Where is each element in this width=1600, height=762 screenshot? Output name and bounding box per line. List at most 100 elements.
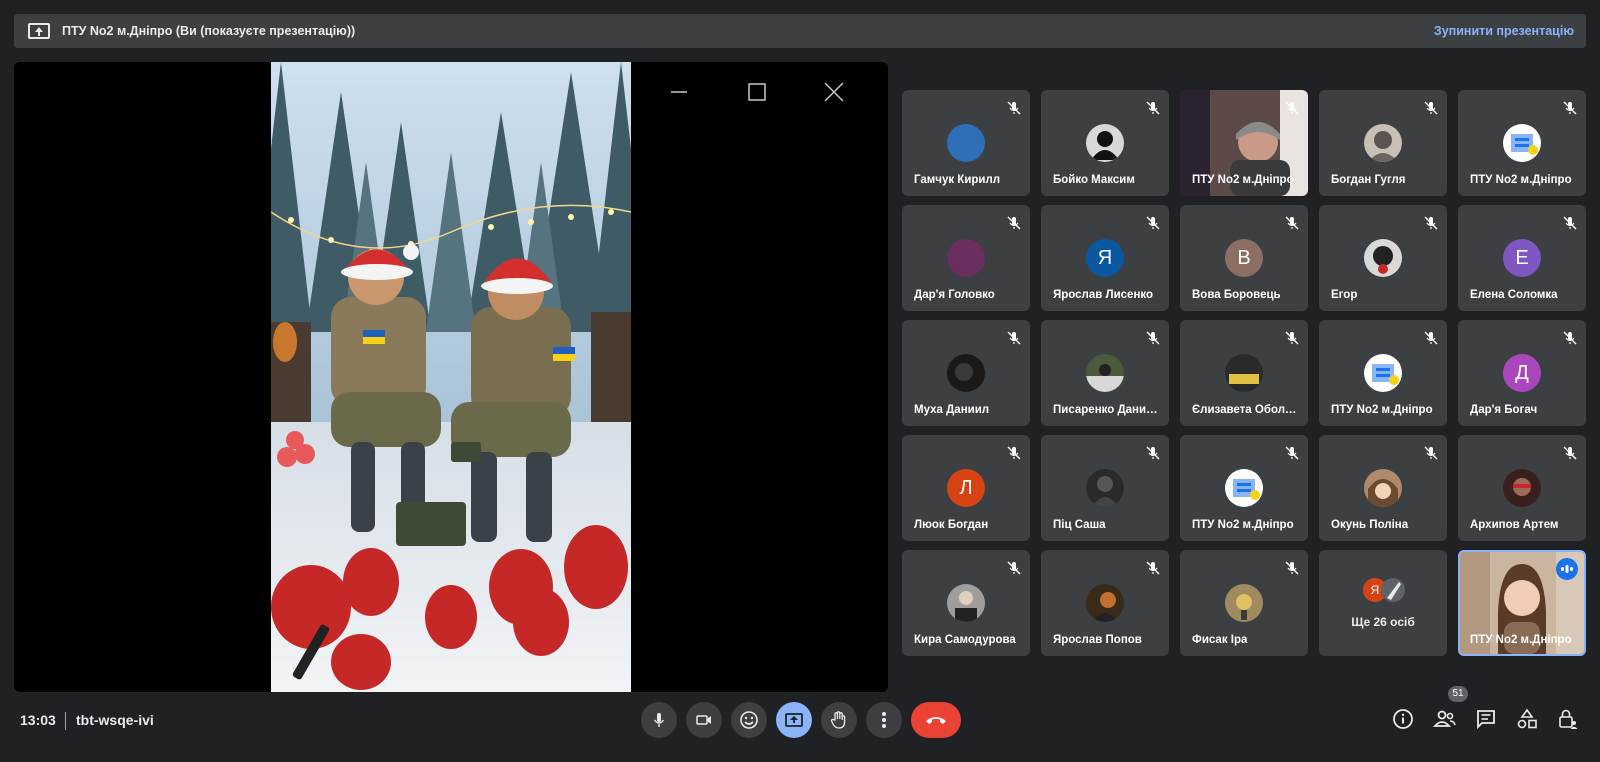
mic-off-icon — [1424, 331, 1438, 345]
mic-off-icon — [1563, 446, 1577, 460]
participant-tile[interactable]: Архипов Артем — [1458, 435, 1586, 541]
participant-tile[interactable]: В Вова Боровець — [1180, 205, 1308, 311]
school-logo-icon — [1503, 124, 1541, 162]
meeting-time: 13:03 — [20, 712, 56, 728]
mic-off-icon — [1146, 561, 1160, 575]
participant-tile[interactable]: Окунь Поліна — [1319, 435, 1447, 541]
people-icon — [1433, 710, 1456, 727]
participant-tile[interactable]: Муха Даниил — [902, 320, 1030, 426]
participant-tile[interactable]: Кира Самодурова — [902, 550, 1030, 656]
maximize-icon[interactable] — [743, 78, 771, 106]
participant-name: Кира Самодурова — [914, 634, 1016, 646]
participant-tile[interactable]: Богдан Гугля — [1319, 90, 1447, 196]
participant-tile[interactable]: Дар'я Головко — [902, 205, 1030, 311]
participant-tile[interactable]: Егор — [1319, 205, 1447, 311]
microphone-button[interactable] — [641, 702, 677, 738]
participant-name: ПТУ No2 м.Дніпро — [1331, 404, 1433, 416]
activities-button[interactable] — [1514, 706, 1540, 732]
participant-tile[interactable]: Д Дар'я Богач — [1458, 320, 1586, 426]
participant-tile[interactable]: Піц Саша — [1041, 435, 1169, 541]
avatar — [1381, 578, 1405, 602]
participant-tile[interactable]: ПТУ No2 м.Дніпро — [1458, 90, 1586, 196]
divider — [65, 712, 66, 730]
avatar — [1086, 469, 1124, 507]
mic-off-icon — [1285, 446, 1299, 460]
bottom-toolbar: 13:03 tbt-wsqe-ivi 51 — [0, 686, 1600, 762]
mic-off-icon — [1285, 561, 1299, 575]
avatar — [1086, 354, 1124, 392]
close-icon[interactable] — [820, 78, 848, 106]
more-options-button[interactable] — [866, 702, 902, 738]
mic-off-icon — [1007, 101, 1021, 115]
participant-name: Гамчук Кирилл — [914, 174, 1001, 186]
video-camera-icon — [696, 715, 711, 725]
mic-off-icon — [1007, 216, 1021, 230]
microphone-icon — [653, 713, 665, 727]
participant-name: ПТУ No2 м.Дніпро — [1470, 174, 1572, 186]
reactions-button[interactable] — [731, 702, 767, 738]
more-participants-tile[interactable]: Я Ще 26 осіб — [1319, 550, 1447, 656]
mic-off-icon — [1285, 216, 1299, 230]
participant-tile[interactable]: Бойко Максим — [1041, 90, 1169, 196]
mic-off-icon — [1285, 101, 1299, 115]
mic-off-icon — [1007, 446, 1021, 460]
people-button[interactable] — [1432, 706, 1458, 732]
avatar — [947, 354, 985, 392]
avatar — [1364, 469, 1402, 507]
participant-name: Муха Даниил — [914, 404, 990, 416]
participant-tile[interactable]: ПТУ No2 м.Дніпро — [1180, 435, 1308, 541]
participant-name: ПТУ No2 м.Дніпро — [1192, 519, 1294, 531]
participant-tile[interactable]: Писаренко Данило — [1041, 320, 1169, 426]
participant-tile[interactable]: Єлизавета Оболенська — [1180, 320, 1308, 426]
participant-tile[interactable]: Я Ярослав Лисенко — [1041, 205, 1169, 311]
participant-name: Люок Богдан — [914, 519, 989, 531]
participant-name: Дар'я Головко — [914, 289, 995, 301]
mic-off-icon — [1007, 331, 1021, 345]
leave-call-button[interactable] — [911, 702, 961, 738]
speaking-indicator-icon — [1556, 558, 1578, 580]
avatar — [947, 124, 985, 162]
self-video-tile[interactable]: ПТУ No2 м.Дніпро — [1458, 550, 1586, 656]
participant-name: ПТУ No2 м.Дніпро — [1470, 634, 1572, 646]
participant-tile[interactable]: Ярослав Попов — [1041, 550, 1169, 656]
more-vert-icon — [882, 712, 886, 728]
meeting-code: tbt-wsqe-ivi — [76, 712, 154, 728]
mic-off-icon — [1007, 561, 1021, 575]
host-controls-button[interactable] — [1555, 706, 1581, 732]
participant-name: Богдан Гугля — [1331, 174, 1406, 186]
participant-tile[interactable]: ПТУ No2 м.Дніпро — [1319, 320, 1447, 426]
avatar: В — [1225, 239, 1263, 277]
present-now-button[interactable] — [776, 702, 812, 738]
avatar — [1225, 584, 1263, 622]
avatar — [1364, 239, 1402, 277]
meeting-details-button[interactable] — [1390, 706, 1416, 732]
participant-name: Бойко Максим — [1053, 174, 1135, 186]
participant-name: Архипов Артем — [1470, 519, 1559, 531]
participant-name: Піц Саша — [1053, 519, 1106, 531]
school-logo-icon — [1364, 354, 1402, 392]
participant-name: Елена Соломка — [1470, 289, 1558, 301]
raise-hand-button[interactable] — [821, 702, 857, 738]
minimize-icon[interactable] — [665, 78, 693, 106]
mic-off-icon — [1146, 216, 1160, 230]
avatar — [947, 584, 985, 622]
avatar — [1503, 469, 1541, 507]
participant-name: Ярослав Попов — [1053, 634, 1142, 646]
participant-tile[interactable]: Гамчук Кирилл — [902, 90, 1030, 196]
participant-name: Вова Боровець — [1192, 289, 1281, 301]
participant-video-tile[interactable]: ПТУ No2 м.Дніпро — [1180, 90, 1308, 196]
participant-tile[interactable]: Е Елена Соломка — [1458, 205, 1586, 311]
avatar — [1086, 584, 1124, 622]
participant-tile[interactable]: Фисак Іра — [1180, 550, 1308, 656]
avatar — [947, 239, 985, 277]
participant-name: Дар'я Богач — [1470, 404, 1538, 416]
camera-button[interactable] — [686, 702, 722, 738]
chat-button[interactable] — [1473, 706, 1499, 732]
participant-tile[interactable]: Л Люок Богдан — [902, 435, 1030, 541]
hang-up-icon — [926, 717, 946, 724]
banner-title: ПТУ No2 м.Дніпро (Ви (показуєте презента… — [62, 24, 356, 38]
stop-presenting-button[interactable]: Зупинити презентацію — [1434, 24, 1574, 38]
info-icon — [1393, 709, 1413, 729]
people-count-badge: 51 — [1448, 686, 1468, 702]
emoji-icon — [740, 711, 758, 729]
